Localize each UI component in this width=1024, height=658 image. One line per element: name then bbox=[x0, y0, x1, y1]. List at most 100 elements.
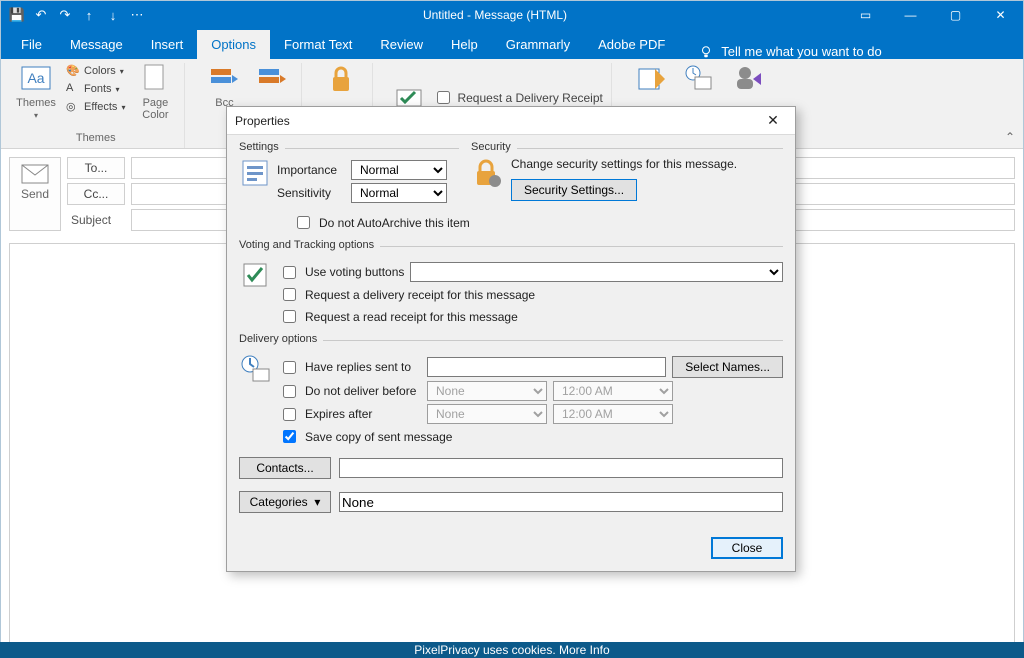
have-replies-checkbox[interactable] bbox=[283, 361, 296, 374]
expires-after-label: Expires after bbox=[305, 407, 421, 421]
expires-time-select[interactable]: 12:00 AM bbox=[553, 404, 673, 424]
security-settings-button[interactable]: Security Settings... bbox=[511, 179, 637, 201]
save-sent-icon bbox=[635, 63, 667, 95]
req-read-label: Request a read receipt for this message bbox=[305, 310, 518, 324]
delivery-receipt-check[interactable] bbox=[437, 91, 450, 104]
tell-me-label: Tell me what you want to do bbox=[721, 44, 881, 59]
tab-help[interactable]: Help bbox=[437, 30, 492, 59]
save-copy-checkbox[interactable] bbox=[283, 430, 296, 443]
subject-label: Subject bbox=[67, 213, 125, 227]
fieldset-voting: Voting and Tracking options bbox=[239, 239, 374, 251]
tab-review[interactable]: Review bbox=[366, 30, 437, 59]
use-voting-label: Use voting buttons bbox=[305, 265, 404, 279]
qat-customize-icon[interactable]: ⋯ bbox=[127, 5, 147, 25]
deliver-time-select[interactable]: 12:00 AM bbox=[553, 381, 673, 401]
svg-text:Aa: Aa bbox=[27, 70, 44, 86]
settings-icon bbox=[239, 157, 271, 189]
no-deliver-before-checkbox[interactable] bbox=[283, 385, 296, 398]
deliver-date-select[interactable]: None bbox=[427, 381, 547, 401]
req-read-checkbox[interactable] bbox=[283, 310, 296, 323]
tab-format-text[interactable]: Format Text bbox=[270, 30, 366, 59]
security-text: Change security settings for this messag… bbox=[511, 157, 737, 171]
delay-icon bbox=[683, 63, 715, 95]
contacts-field[interactable] bbox=[339, 458, 783, 478]
tell-me-search[interactable]: Tell me what you want to do bbox=[679, 44, 881, 59]
close-dialog-button[interactable]: Close bbox=[711, 537, 783, 559]
replies-to-field[interactable] bbox=[427, 357, 666, 377]
tab-insert[interactable]: Insert bbox=[137, 30, 198, 59]
close-button[interactable]: ✕ bbox=[978, 1, 1023, 29]
bcc-button[interactable]: Bcc bbox=[203, 63, 245, 109]
delivery-icon bbox=[239, 353, 271, 385]
delay-delivery-button[interactable] bbox=[678, 63, 720, 95]
properties-dialog: Properties ✕ Settings Importance Normal … bbox=[226, 106, 796, 572]
window-title: Untitled - Message (HTML) bbox=[147, 8, 843, 22]
tab-grammarly[interactable]: Grammarly bbox=[492, 30, 584, 59]
select-names-button[interactable]: Select Names... bbox=[672, 356, 783, 378]
effects-button[interactable]: ◎Effects▾ bbox=[63, 99, 128, 115]
save-icon[interactable]: 💾 bbox=[7, 5, 27, 25]
categories-field[interactable] bbox=[339, 492, 783, 512]
sensitivity-select[interactable]: Normal bbox=[351, 183, 447, 203]
themes-label: Themes bbox=[16, 97, 56, 109]
title-bar: 💾 ↶ ↷ ↑ ↓ ⋯ Untitled - Message (HTML) ▭ … bbox=[1, 1, 1023, 29]
tab-adobe-pdf[interactable]: Adobe PDF bbox=[584, 30, 679, 59]
expires-after-checkbox[interactable] bbox=[283, 408, 296, 421]
direct-replies-button[interactable] bbox=[726, 63, 768, 95]
from-icon bbox=[256, 63, 288, 95]
envelope-icon bbox=[21, 164, 49, 184]
ribbon-display-icon[interactable]: ▭ bbox=[843, 1, 888, 29]
colors-button[interactable]: 🎨Colors▾ bbox=[63, 63, 128, 79]
expires-date-select[interactable]: None bbox=[427, 404, 547, 424]
dialog-titlebar[interactable]: Properties ✕ bbox=[227, 107, 795, 135]
tab-options[interactable]: Options bbox=[197, 30, 270, 59]
importance-label: Importance bbox=[277, 163, 345, 177]
send-button[interactable]: Send bbox=[9, 157, 61, 231]
req-delivery-checkbox[interactable] bbox=[283, 288, 296, 301]
use-voting-checkbox[interactable] bbox=[283, 266, 296, 279]
to-button[interactable]: To... bbox=[67, 157, 125, 179]
collapse-ribbon-icon[interactable]: ⌃ bbox=[1005, 130, 1015, 144]
request-delivery-receipt-checkbox[interactable]: Request a Delivery Receipt bbox=[433, 88, 602, 107]
redo-icon[interactable]: ↷ bbox=[55, 5, 75, 25]
effects-icon: ◎ bbox=[66, 100, 80, 114]
no-deliver-before-label: Do not deliver before bbox=[305, 384, 421, 398]
colors-icon: 🎨 bbox=[66, 64, 80, 78]
fonts-button[interactable]: AFonts▾ bbox=[63, 81, 128, 97]
importance-select[interactable]: Normal bbox=[351, 160, 447, 180]
bcc-icon bbox=[208, 63, 240, 95]
chevron-down-icon: ▾ bbox=[34, 111, 38, 120]
maximize-button[interactable]: ▢ bbox=[933, 1, 978, 29]
save-copy-label: Save copy of sent message bbox=[305, 430, 452, 444]
autoarchive-label: Do not AutoArchive this item bbox=[319, 216, 470, 230]
tab-file[interactable]: File bbox=[7, 30, 56, 59]
ribbon-tabs: File Message Insert Options Format Text … bbox=[1, 29, 1023, 59]
fieldset-security: Security bbox=[471, 141, 511, 153]
security-icon bbox=[471, 157, 503, 189]
autoarchive-checkbox[interactable] bbox=[297, 216, 310, 229]
up-icon[interactable]: ↑ bbox=[79, 5, 99, 25]
permission-button[interactable] bbox=[320, 63, 362, 95]
ribbon-group-themes: Aa Themes ▾ 🎨Colors▾ AFonts▾ ◎Effects▾ P… bbox=[7, 63, 185, 148]
dialog-close-button[interactable]: ✕ bbox=[759, 111, 787, 131]
req-delivery-label: Request a delivery receipt for this mess… bbox=[305, 288, 535, 302]
save-sent-button[interactable] bbox=[630, 63, 672, 95]
minimize-button[interactable]: — bbox=[888, 1, 933, 29]
group-label-themes: Themes bbox=[76, 132, 116, 148]
categories-button[interactable]: Categories ▾ bbox=[239, 491, 331, 513]
lightbulb-icon bbox=[699, 45, 713, 59]
cc-button[interactable]: Cc... bbox=[67, 183, 125, 205]
tab-message[interactable]: Message bbox=[56, 30, 137, 59]
page-color-icon bbox=[139, 63, 171, 95]
fieldset-settings: Settings bbox=[239, 141, 279, 153]
down-icon[interactable]: ↓ bbox=[103, 5, 123, 25]
quick-access-toolbar: 💾 ↶ ↷ ↑ ↓ ⋯ bbox=[1, 1, 147, 29]
contacts-button[interactable]: Contacts... bbox=[239, 457, 331, 479]
fonts-icon: A bbox=[66, 82, 80, 96]
from-button[interactable] bbox=[251, 63, 293, 95]
themes-button[interactable]: Aa Themes ▾ bbox=[15, 63, 57, 120]
page-color-button[interactable]: Page Color bbox=[134, 63, 176, 121]
voting-icon bbox=[239, 259, 271, 291]
undo-icon[interactable]: ↶ bbox=[31, 5, 51, 25]
voting-options-select[interactable] bbox=[410, 262, 783, 282]
